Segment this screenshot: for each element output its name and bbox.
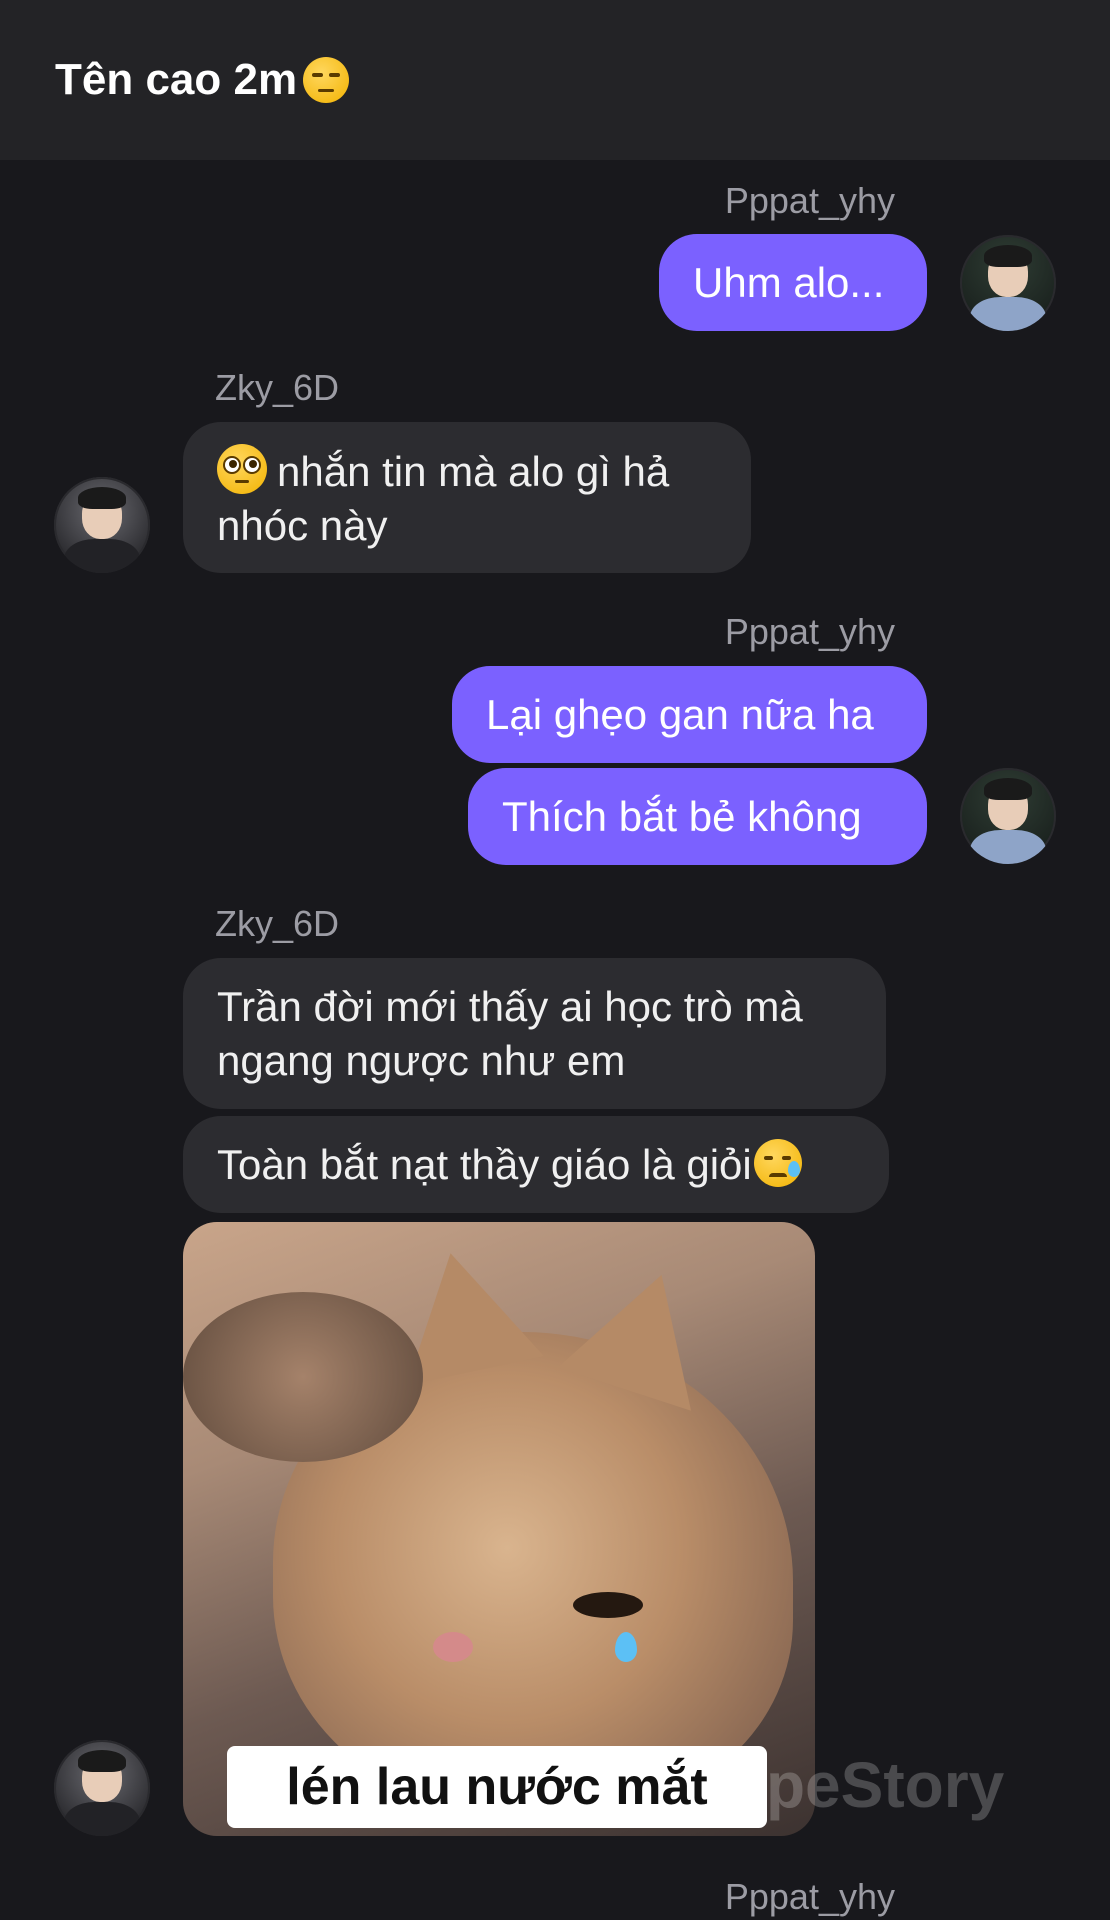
crying-face-icon <box>753 1139 802 1187</box>
sticker-caption: lén lau nước mắt <box>227 1746 767 1828</box>
incoming-message[interactable]: Trần đời mới thấy ai học trò mà ngang ng… <box>183 958 886 1109</box>
avatar[interactable] <box>960 768 1056 864</box>
incoming-message[interactable]: Toàn bắt nạt thầy giáo là giỏi <box>183 1116 889 1213</box>
unamused-face-icon <box>303 57 350 103</box>
chat-title: Tên cao 2m <box>55 55 298 104</box>
watermark: TypeStory <box>696 1749 1005 1821</box>
sticker-image[interactable]: lén lau nước mắt <box>183 1222 815 1836</box>
avatar[interactable] <box>54 1740 150 1836</box>
sender-name: Pppat_yhy <box>724 611 895 652</box>
incoming-message[interactable]: nhắn tin mà alo gì hả nhóc này <box>183 422 751 573</box>
teardrop-icon <box>615 1632 637 1662</box>
sender-name: Pppat_yhy <box>724 180 895 221</box>
chat-header: Tên cao 2m <box>0 0 1110 160</box>
message-text: nhắn tin mà alo gì hả nhóc này <box>217 448 670 549</box>
outgoing-message[interactable]: Thích bắt bẻ không <box>468 768 927 865</box>
outgoing-message[interactable]: Lại ghẹo gan nữa ha <box>452 666 927 763</box>
message-text: Toàn bắt nạt thầy giáo là giỏi <box>217 1141 752 1188</box>
avatar[interactable] <box>54 477 150 573</box>
outgoing-message[interactable]: Uhm alo... <box>659 234 927 331</box>
rolling-eyes-icon <box>217 444 267 494</box>
cat-paw <box>183 1292 423 1462</box>
avatar[interactable] <box>960 235 1056 331</box>
sender-name: Pppat_yhy <box>724 1876 895 1917</box>
sender-name: Zky_6D <box>215 903 340 944</box>
sender-name: Zky_6D <box>215 367 340 408</box>
